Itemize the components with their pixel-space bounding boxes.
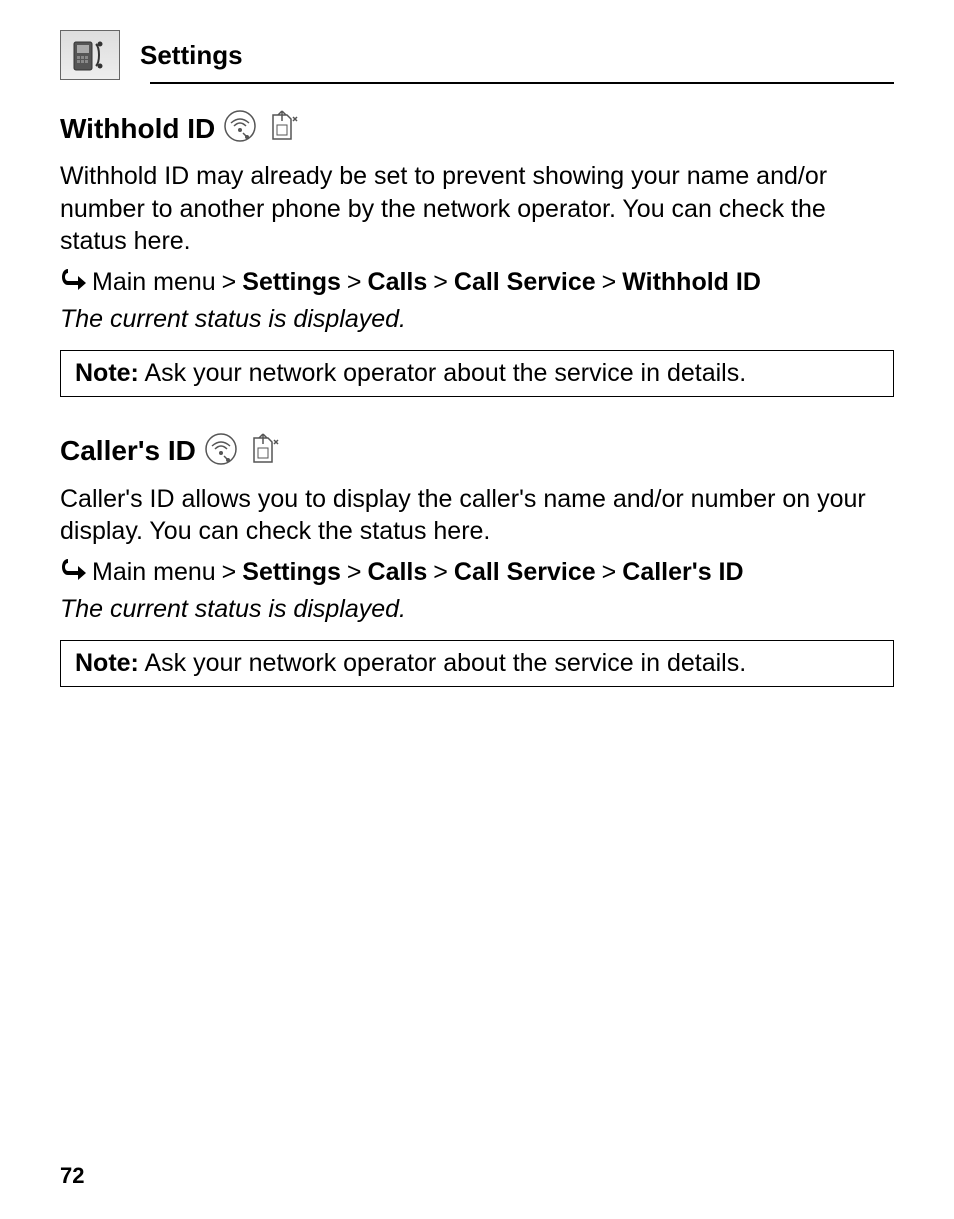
- breadcrumb-callservice: Call Service: [454, 558, 596, 587]
- breadcrumb-sep: >: [433, 558, 448, 587]
- section-heading: Withhold ID: [60, 109, 894, 148]
- page-number: 72: [60, 1163, 84, 1189]
- arrow-icon: [60, 556, 86, 589]
- note-label: Note:: [75, 649, 139, 677]
- breadcrumb: Main menu > Settings > Calls > Call Serv…: [60, 556, 894, 589]
- section-heading: Caller's ID: [60, 432, 894, 471]
- network-icon: [204, 432, 238, 471]
- breadcrumb-main: Main menu: [92, 268, 216, 297]
- section-heading-text: Withhold ID: [60, 113, 215, 145]
- note-box: Note: Ask your network operator about th…: [60, 640, 894, 687]
- breadcrumb-callersid: Caller's ID: [622, 558, 743, 587]
- breadcrumb-sep: >: [222, 268, 237, 297]
- section-body: Caller's ID allows you to display the ca…: [60, 483, 894, 548]
- header-title: Settings: [140, 40, 243, 71]
- status-text: The current status is displayed.: [60, 595, 894, 624]
- breadcrumb-sep: >: [222, 558, 237, 587]
- breadcrumb-sep: >: [347, 558, 362, 587]
- breadcrumb-sep: >: [433, 268, 448, 297]
- status-text: The current status is displayed.: [60, 305, 894, 334]
- note-text: Ask your network operator about the serv…: [139, 649, 746, 677]
- note-box: Note: Ask your network operator about th…: [60, 350, 894, 397]
- section-body: Withhold ID may already be set to preven…: [60, 160, 894, 258]
- breadcrumb-main: Main menu: [92, 558, 216, 587]
- network-icon: [223, 109, 257, 148]
- header-underline: [150, 82, 894, 84]
- breadcrumb-sep: >: [347, 268, 362, 297]
- breadcrumb-sep: >: [602, 558, 617, 587]
- breadcrumb-sep: >: [602, 268, 617, 297]
- breadcrumb-calls: Calls: [368, 268, 428, 297]
- section-withhold-id: Withhold ID Withhold ID may already be: [60, 109, 894, 397]
- header-logo-icon: [60, 30, 120, 80]
- breadcrumb-settings: Settings: [242, 558, 341, 587]
- section-callers-id: Caller's ID Caller's ID allows you to: [60, 432, 894, 687]
- breadcrumb: Main menu > Settings > Calls > Call Serv…: [60, 266, 894, 299]
- sim-icon: [246, 432, 280, 471]
- breadcrumb-callservice: Call Service: [454, 268, 596, 297]
- arrow-icon: [60, 266, 86, 299]
- sim-icon: [265, 109, 299, 148]
- note-text: Ask your network operator about the serv…: [139, 359, 746, 387]
- breadcrumb-settings: Settings: [242, 268, 341, 297]
- breadcrumb-calls: Calls: [368, 558, 428, 587]
- breadcrumb-withholdid: Withhold ID: [622, 268, 761, 297]
- section-heading-text: Caller's ID: [60, 435, 196, 467]
- page-header: Settings: [60, 30, 894, 80]
- note-label: Note:: [75, 359, 139, 387]
